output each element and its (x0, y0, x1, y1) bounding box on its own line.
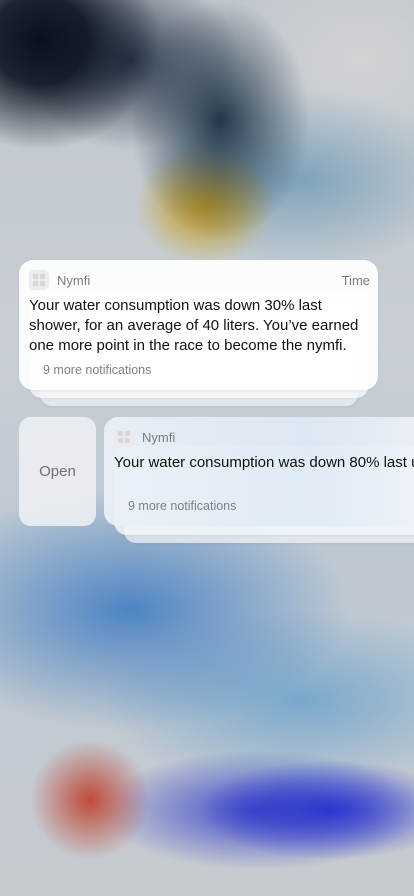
app-grid-icon (29, 270, 49, 290)
app-name: Nymfi (57, 272, 91, 288)
open-button[interactable]: Open (19, 417, 96, 526)
more-notifications-label[interactable]: 9 more notifications (128, 499, 236, 513)
notification-header: Nymfi (114, 427, 414, 447)
notification-message: Your water consumption was down 30% last… (29, 297, 359, 354)
notification-header: Nymfi Time (29, 270, 370, 290)
app-name: Nymfi (142, 429, 176, 445)
more-notifications-label[interactable]: 9 more notifications (43, 363, 151, 377)
notification-time: Time (341, 272, 370, 288)
lock-screen: Nymfi Time Your water consumption was do… (0, 0, 414, 896)
notification-message: Your water consumption was down 80% last… (114, 454, 414, 471)
notification-card-primary[interactable]: Nymfi Time Your water consumption was do… (19, 260, 378, 390)
notification-card-secondary[interactable]: Nymfi Your water consumption was down 80… (104, 417, 414, 526)
app-grid-icon (114, 427, 134, 447)
